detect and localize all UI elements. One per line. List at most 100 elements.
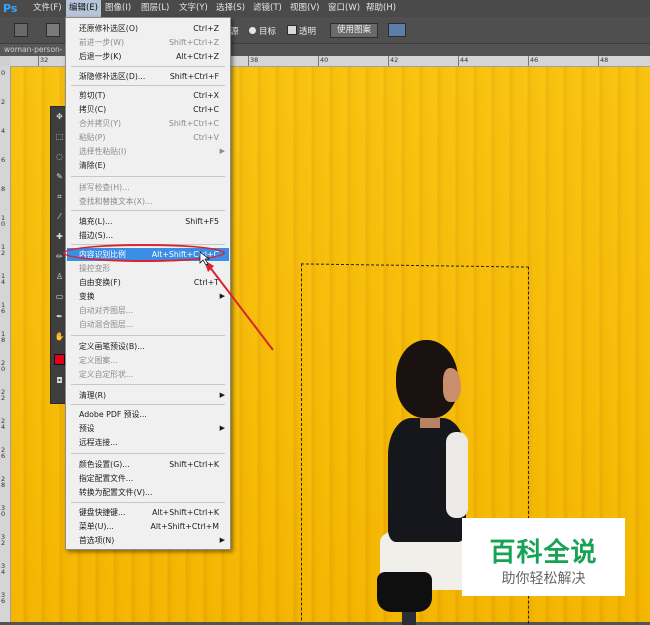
menu-item-label: 选择性粘贴(I)	[79, 147, 127, 156]
move-tool-icon[interactable]: ✥	[54, 111, 65, 122]
pen-tool-icon[interactable]: ✒	[54, 311, 65, 322]
stamp-tool-icon[interactable]: ♙	[54, 271, 65, 282]
ruler-v-label: 2 8	[1, 475, 6, 489]
menu-item[interactable]: 指定配置文件...	[67, 472, 229, 485]
use-pattern-button[interactable]: 使用图案	[330, 23, 379, 38]
menu-item[interactable]: 键盘快捷键... Alt+Shift+Ctrl+K	[67, 506, 229, 519]
menu-item-label: 还原修补选区(O)	[79, 24, 139, 33]
eyedropper-tool-icon[interactable]: ⁄	[54, 211, 65, 222]
menu-item-label: Adobe PDF 预设...	[79, 410, 147, 419]
transparent-option-label[interactable]: 透明	[299, 25, 316, 37]
ruler-v-label: 6	[1, 156, 6, 164]
menu-file[interactable]: 文件(F)	[30, 0, 65, 17]
menu-separator	[71, 176, 225, 177]
menu-item[interactable]: 首选项(N) ▶	[67, 534, 229, 547]
submenu-arrow-icon: ▶	[219, 536, 225, 544]
menu-item-label: 键盘快捷键...	[79, 508, 126, 517]
menu-item[interactable]: 颜色设置(G)... Shift+Ctrl+K	[67, 458, 229, 471]
menu-item[interactable]: 预设 ▶	[67, 422, 229, 435]
menu-item-label: 清理(R)	[79, 391, 107, 400]
ruler-v-label: 1 0	[1, 214, 6, 228]
ruler-h-tick	[248, 56, 249, 66]
menu-item[interactable]: 转换为配置文件(V)...	[67, 486, 229, 499]
ruler-v-label: 2 0	[1, 359, 6, 373]
menu-item-label: 转换为配置文件(V)...	[79, 488, 153, 497]
pattern-picker-icon[interactable]	[388, 23, 406, 37]
menu-item[interactable]: 清除(E)	[67, 159, 229, 172]
menu-item-shortcut: Shift+Ctrl+Z	[168, 38, 219, 47]
quick-mask-icon[interactable]: ◘	[54, 375, 65, 386]
document-tab[interactable]: woman-person-	[0, 44, 74, 56]
menu-item[interactable]: 菜单(U)... Alt+Shift+Ctrl+M	[67, 520, 229, 533]
menu-item[interactable]: Adobe PDF 预设...	[67, 408, 229, 421]
ruler-v-label: 2 6	[1, 446, 6, 460]
menu-item[interactable]: 渐隐修补选区(D)... Shift+Ctrl+F	[67, 70, 229, 83]
ruler-v-label: 4	[1, 127, 6, 135]
menu-separator	[71, 85, 225, 86]
target-radio[interactable]	[249, 27, 256, 34]
ruler-v-label: 1 6	[1, 301, 6, 315]
menu-item: 选择性粘贴(I) ▶	[67, 145, 229, 158]
menu-item-shortcut: Shift+F5	[185, 217, 219, 226]
menu-item-label: 拼写检查(H)...	[79, 183, 130, 192]
menu-separator	[71, 404, 225, 405]
menu-item[interactable]: 远程连接...	[67, 436, 229, 449]
menu-select[interactable]: 选择(S)	[213, 0, 248, 17]
menu-item[interactable]: 清理(R) ▶	[67, 389, 229, 402]
menu-item[interactable]: 还原修补选区(O) Ctrl+Z	[67, 22, 229, 35]
menu-item-label: 自动混合图层...	[79, 320, 134, 329]
quick-select-tool-icon[interactable]: ✎	[54, 171, 65, 182]
menu-bar: Ps 文件(F) 编辑(E) 图像(I) 图层(L) 文字(Y) 选择(S) 滤…	[0, 0, 650, 17]
lasso-tool-icon[interactable]: ◌	[54, 151, 65, 162]
submenu-arrow-icon: ▶	[219, 424, 225, 432]
menu-item[interactable]: 剪切(T) Ctrl+X	[67, 89, 229, 102]
menu-item[interactable]: 拷贝(C) Ctrl+C	[67, 103, 229, 116]
foreground-color-swatch[interactable]	[54, 354, 65, 365]
ruler-v-label: 3 4	[1, 562, 6, 576]
menu-item[interactable]: 变换 ▶	[67, 290, 229, 303]
menu-item-shortcut: Ctrl+X	[193, 91, 219, 100]
menu-type[interactable]: 文字(Y)	[176, 0, 211, 17]
menu-item[interactable]: 描边(S)...	[67, 229, 229, 242]
menu-item[interactable]: 定义画笔预设(B)...	[67, 340, 229, 353]
menu-item-label: 首选项(N)	[79, 536, 115, 545]
new-selection-icon[interactable]	[46, 23, 60, 37]
menu-item-label: 操控变形	[79, 264, 111, 273]
target-option-label[interactable]: 目标	[259, 25, 276, 37]
ruler-v-label: 2	[1, 98, 6, 106]
menu-help[interactable]: 帮助(H)	[363, 0, 399, 17]
menu-item-shortcut: Shift+Ctrl+K	[169, 460, 219, 469]
menu-item-shortcut: Alt+Ctrl+Z	[176, 52, 219, 61]
menu-item[interactable]: 后退一步(K) Alt+Ctrl+Z	[67, 50, 229, 63]
hand-tool-icon[interactable]: ✋	[54, 331, 65, 342]
menu-item-label: 远程连接...	[79, 438, 118, 447]
patch-tool-icon[interactable]	[14, 23, 28, 37]
menu-edit[interactable]: 编辑(E)	[66, 0, 102, 17]
marquee-tool-icon[interactable]: ⬚	[54, 131, 65, 142]
menu-item-label: 预设	[79, 424, 95, 433]
menu-item-label: 指定配置文件...	[79, 474, 134, 483]
ruler-h-tick	[598, 56, 599, 66]
menu-item-label: 查找和替换文本(X)...	[79, 197, 153, 206]
healing-tool-icon[interactable]: ✚	[54, 231, 65, 242]
crop-tool-icon[interactable]: ⌗	[54, 191, 65, 202]
menu-filter[interactable]: 滤镜(T)	[250, 0, 285, 17]
ruler-h-tick	[318, 56, 319, 66]
menu-item-shortcut: Alt+Shift+Ctrl+K	[152, 508, 219, 517]
menu-view[interactable]: 视图(V)	[287, 0, 322, 17]
menu-item[interactable]: 自由变换(F) Ctrl+T	[67, 276, 229, 289]
source-option-label[interactable]: 源	[230, 25, 239, 37]
ruler-v-label: 3 6	[1, 591, 6, 605]
menu-item[interactable]: 填充(L)... Shift+F5	[67, 215, 229, 228]
menu-item-label: 后退一步(K)	[79, 52, 122, 61]
eraser-tool-icon[interactable]: ▭	[54, 291, 65, 302]
menu-layer[interactable]: 图层(L)	[138, 0, 172, 17]
watermark-box: 百科全说 助你轻松解决	[462, 518, 625, 596]
menu-window[interactable]: 窗口(W)	[325, 0, 363, 17]
transparent-checkbox[interactable]	[287, 25, 297, 35]
menu-image[interactable]: 图像(I)	[102, 0, 134, 17]
ruler-h-tick	[38, 56, 39, 66]
menu-item-label: 自动对齐图层...	[79, 306, 134, 315]
annotation-circle	[63, 244, 225, 262]
submenu-arrow-icon: ▶	[219, 391, 225, 399]
